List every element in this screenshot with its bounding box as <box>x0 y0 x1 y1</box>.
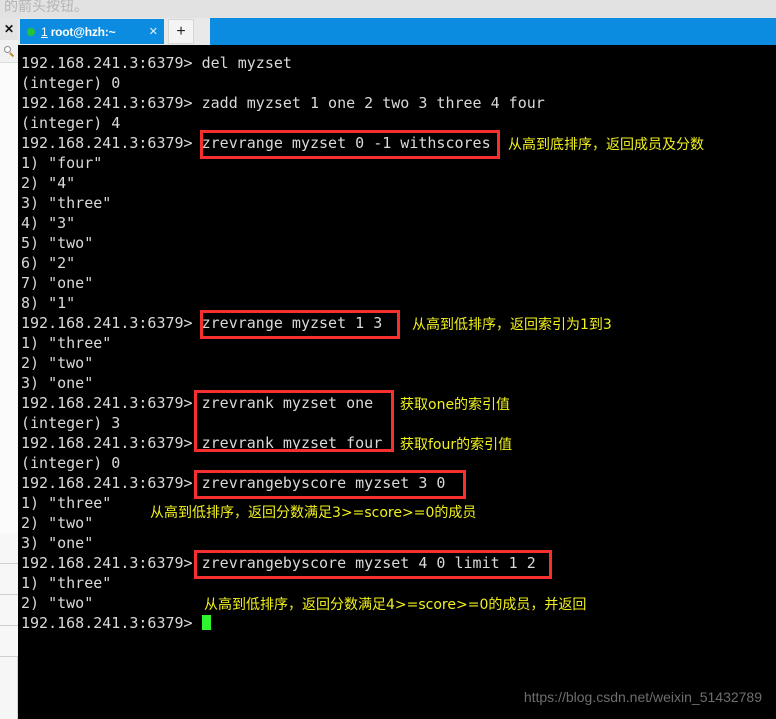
terminal-line: 5) "two" <box>21 234 94 252</box>
tab-number: 1 <box>41 24 48 39</box>
terminal-line: 192.168.241.3:6379> zrevrank myzset one <box>21 394 374 412</box>
note-2: 从高到低排序，返回索引为1到3 <box>412 317 612 333</box>
screenshot-root: 的箭头按钮。 ✕ 1 root@hzh:~ ✕ + 192.168.241.3:… <box>0 0 776 719</box>
terminal-line: 2) "two" <box>21 354 94 372</box>
note-4: 获取four的索引值 <box>400 437 513 453</box>
left-toolbar-divider-3 <box>0 595 18 626</box>
terminal-line: 3) "one" <box>21 534 94 552</box>
note-6: 从高到低排序，返回分数满足4>=score>=0的成员，并返回 <box>204 597 587 613</box>
magnifier-glyph <box>3 45 15 57</box>
left-toolbar-blank <box>0 63 18 533</box>
terminal-line: 192.168.241.3:6379> zadd myzset 1 one 2 … <box>21 94 545 112</box>
left-toolbar: ✕ <box>0 18 18 719</box>
terminal-line: 192.168.241.3:6379> <box>21 613 773 633</box>
terminal-line: (integer) 0 <box>21 74 121 92</box>
terminal-line: 192.168.241.3:6379> zrevrangebyscore myz… <box>21 554 536 572</box>
tab-title: root@hzh:~ <box>50 24 116 39</box>
new-tab-button[interactable]: + <box>168 19 194 44</box>
watermark: https://blog.csdn.net/weixin_51432789 <box>523 689 762 705</box>
terminal-line: 192.168.241.3:6379> zrevrank myzset four <box>21 434 383 452</box>
terminal-line: 2) "4" <box>21 174 76 192</box>
tab-bar: 1 root@hzh:~ ✕ + <box>18 18 776 45</box>
terminal-line: 8) "1" <box>21 294 76 312</box>
note-5: 从高到低排序，返回分数满足3>=score>=0的成员 <box>150 505 477 521</box>
search-icon[interactable] <box>0 40 18 63</box>
page-cut-text: 的箭头按钮。 <box>0 0 776 18</box>
terminal-line: 1) "four" <box>21 154 103 172</box>
terminal-cursor <box>201 615 211 630</box>
terminal-line: 192.168.241.3:6379> zrevrangebyscore myz… <box>21 474 446 492</box>
tab-close-icon[interactable]: ✕ <box>149 25 158 38</box>
tab-root-hzh[interactable]: 1 root@hzh:~ ✕ <box>20 19 164 44</box>
terminal-line: 1) "three" <box>21 574 112 592</box>
terminal-line: 3) "one" <box>21 374 94 392</box>
terminal-line: 192.168.241.3:6379> zrevrange myzset 1 3 <box>21 314 383 332</box>
terminal-line: (integer) 0 <box>21 454 121 472</box>
left-toolbar-divider-2 <box>0 564 18 595</box>
close-icon[interactable]: ✕ <box>0 18 18 40</box>
terminal-line: (integer) 3 <box>21 414 121 432</box>
note-3: 获取one的索引值 <box>400 397 511 413</box>
terminal-line: 192.168.241.3:6379> del myzset <box>21 54 292 72</box>
terminal-line: (integer) 4 <box>21 114 121 132</box>
terminal-line: 3) "three" <box>21 194 112 212</box>
left-toolbar-divider-1 <box>0 533 18 564</box>
terminal-panel[interactable]: 192.168.241.3:6379> del myzset (integer) … <box>18 45 776 719</box>
left-toolbar-divider-4 <box>0 626 18 657</box>
terminal-line: 4) "3" <box>21 214 76 232</box>
tab-status-dot <box>27 27 35 36</box>
terminal-line: 6) "2" <box>21 254 76 272</box>
terminal-line: 1) "three" <box>21 334 112 352</box>
note-1: 从高到底排序，返回成员及分数 <box>508 137 704 153</box>
terminal-line: 7) "one" <box>21 274 94 292</box>
